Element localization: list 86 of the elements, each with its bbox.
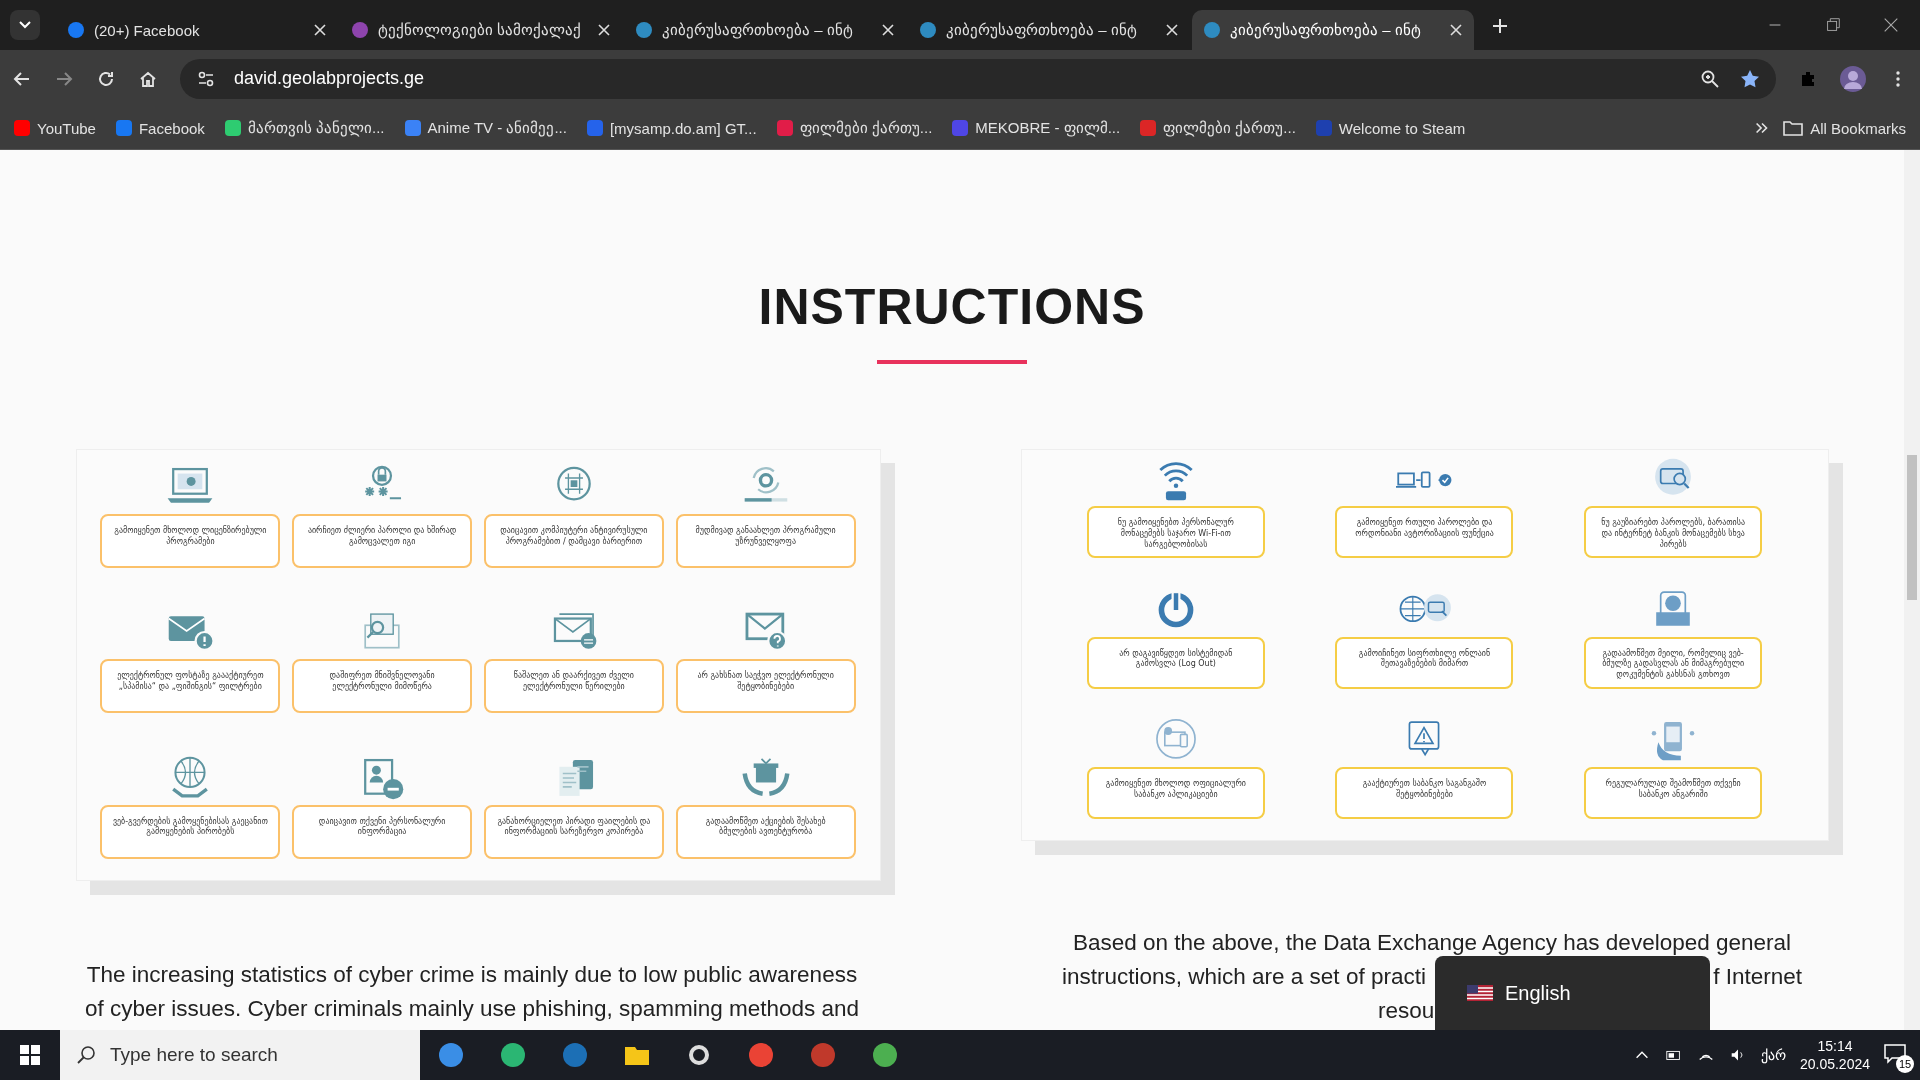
folder-icon [1783,120,1804,136]
tip-text: მუდმივად განაახლეთ პროგრამული უზრუნველყოფა [675,514,856,568]
close-icon[interactable] [1166,24,1178,36]
bookmark-link[interactable]: YouTube [14,119,96,137]
tip-text: ელექტრონულ ფოსტაზე გაააქტიურეთ „სპამისა“ და „ფიშინგის“ ფილტრები [100,659,281,714]
tip-text: ვებ-გვერდების გამოყენებისას გაეცანით გამოყენების პირობებს [100,804,281,859]
bookmark-star-icon[interactable] [1740,68,1760,89]
page-heading: INSTRUCTIONS [758,278,1146,336]
tip-text: გააქტიურეთ საბანკო საგანგაშო შეტყობინებები [1335,767,1514,820]
laptop-phone-check-icon [1396,470,1453,488]
bookmark-icon [1140,120,1157,136]
tip-text: გამოიყენეთ რთული პაროლები და ორდონიანი ავტორიზაციის ფუნქცია [1335,506,1514,558]
address-bar[interactable]: david.geolabprojects.ge [180,58,1776,99]
bookmark-icon [776,120,793,136]
bookmark-link[interactable]: MEKOBRE - ფილმ... [952,119,1121,137]
all-bookmarks-link[interactable]: All Bookmarks [1783,119,1906,137]
paragraph-line: f Internet [1713,963,1802,991]
tip-text: გამოიყენეთ მხოლოდ ლიცენზირებული პროგრამები [100,514,281,568]
bookmark-icon [1315,120,1332,136]
bookmark-link[interactable]: ფილმები ქართუ... [1140,119,1296,137]
windows-start-icon[interactable] [20,1045,40,1065]
tip-text: განახორციელეთ პირადი ფაილების და ინფორმაციის სარეზერვო კოპირება [483,804,664,859]
browser-tab[interactable]: კიბერუსაფრთხოება – ინტ [624,10,906,50]
tip-text: აირჩიეთ ძლიერი პაროლი და ხშირად გამოცვალეთ იგი [292,514,473,568]
chevron-down-icon [19,21,31,29]
tip-text: დაშიფრეთ მნიშვნელოვანი ელექტრონული მიმოწერა [292,659,473,714]
browser-tab[interactable]: კიბერუსაფრთხოება – ინტ [1192,10,1474,50]
zoom-icon[interactable] [1700,68,1720,89]
browser-tab[interactable]: კიბერუსაფრთხოება – ინტ [908,10,1190,50]
paragraph-line: resou [1378,997,1435,1025]
bookmark-link[interactable]: მართვის პანელი... [224,119,385,137]
language-label: English [1505,981,1571,1005]
profile-avatar[interactable] [1840,65,1866,92]
notification-count: 15 [1896,1054,1914,1073]
bookmark-icon [586,120,603,136]
tip-text: ნუ გაუზიარებთ პაროლებს, ბარათისა და ინტერნეტ ბანკის მონაცემებს სხვა პირებს [1584,506,1763,558]
bookmark-icon [115,120,132,136]
browser-tab[interactable]: (20+) Facebook [56,10,338,50]
tip-text: ნუ გამოიყენებთ პერსონალურ მონაცემებს საჯარო Wi-Fi-ით სარგებლობისას [1086,506,1265,558]
tip-text: წაშალეთ ან დაარქივეთ ძველი ელექტრონული წერილები [483,659,664,714]
restore-icon[interactable] [1824,16,1842,34]
paragraph-line: Based on the above, the Data Exchange Agency has developed general [1072,929,1791,957]
bookmark-icon [952,120,969,136]
bookmark-link[interactable]: Welcome to Steam [1315,119,1466,137]
close-icon[interactable] [882,24,894,36]
close-icon[interactable] [1450,24,1462,36]
tip-text: გამოიყენეთ მხოლოდ ოფიციალური საბანკო აპლიკაციები [1086,767,1265,820]
browser-tab[interactable]: ტექნოლოგიები სამოქალაქ [340,10,622,50]
bookmark-link[interactable]: [mysamp.do.am] GT... [586,119,757,137]
bookmark-link[interactable]: Facebook [115,119,205,137]
flag-icon [1467,985,1493,1001]
taskbar-clock[interactable]: 15:14 20.05.2024 [1799,1037,1870,1073]
search-icon [76,1045,96,1065]
taskbar-app-icon[interactable] [871,1041,899,1069]
close-icon[interactable] [314,24,326,36]
favicon-icon [68,22,84,38]
tip-text: დაიცავით კომპიუტერი ანტივირუსული პროგრამებით / დამცავი ბარიერით [483,514,664,568]
close-icon[interactable] [598,24,610,36]
tip-text: გადაამოწმეთ აქციების შესახებ ბმულების ავთენტურობა [675,804,856,859]
bookmark-icon [14,120,30,136]
bookmark-link[interactable]: ფილმები ქართუ... [776,119,933,137]
close-icon[interactable] [1882,16,1900,34]
tip-text: გადაამოწმეთ მეილი, რომელიც ვებ-ბმულზე გადასვლას ან მიმაგრებული დოკუმენტის გახსნას გთხოვთ [1584,636,1763,689]
bookmark-icon [224,120,241,136]
favicon-icon [352,22,368,38]
bookmark-icon [404,120,421,136]
paragraph-line: instructions, which are a set of practi [1062,963,1426,991]
tip-text: გამოიჩინეთ სიფრთხილე ონლაინ შეთავაზებების მიმართ [1335,636,1514,689]
bookmark-link[interactable]: Anime TV - ანიმეე... [404,119,567,137]
taskbar-app-icon[interactable] [499,1041,527,1069]
tip-text: დაიცავით თქვენი პერსონალური ინფორმაცია [292,804,473,859]
tip-text: არ გახსნათ საეჭვო ელექტრონული შეტყობინებები [675,659,856,714]
favicon-icon [636,22,652,38]
plus-icon[interactable] [1490,16,1510,36]
language-popup[interactable]: English [1435,956,1710,1030]
paragraph-line: of cyber issues. Cyber criminals mainly use phishing, spamming methods and [84,995,860,1023]
tip-text: არ დაგავიწყდეთ სისტემიდან გამოსვლა (Log Out) [1086,636,1265,689]
taskbar-app-icon[interactable] [437,1041,465,1069]
scrollbar[interactable] [1904,150,1920,1030]
favicon-icon [920,22,936,38]
paragraph-line: The increasing statistics of cyber crime is mainly due to low public awareness [86,961,858,989]
tip-text: რეგულარულად შეამოწმეთ თქვენი საბანკო ანგარიში [1584,767,1763,820]
keyboard-language[interactable]: ქარ [1760,1047,1786,1063]
taskbar-search-field[interactable]: Type here to search [60,1030,420,1080]
favicon-icon [1204,22,1220,38]
tab-search-button[interactable] [10,10,40,40]
